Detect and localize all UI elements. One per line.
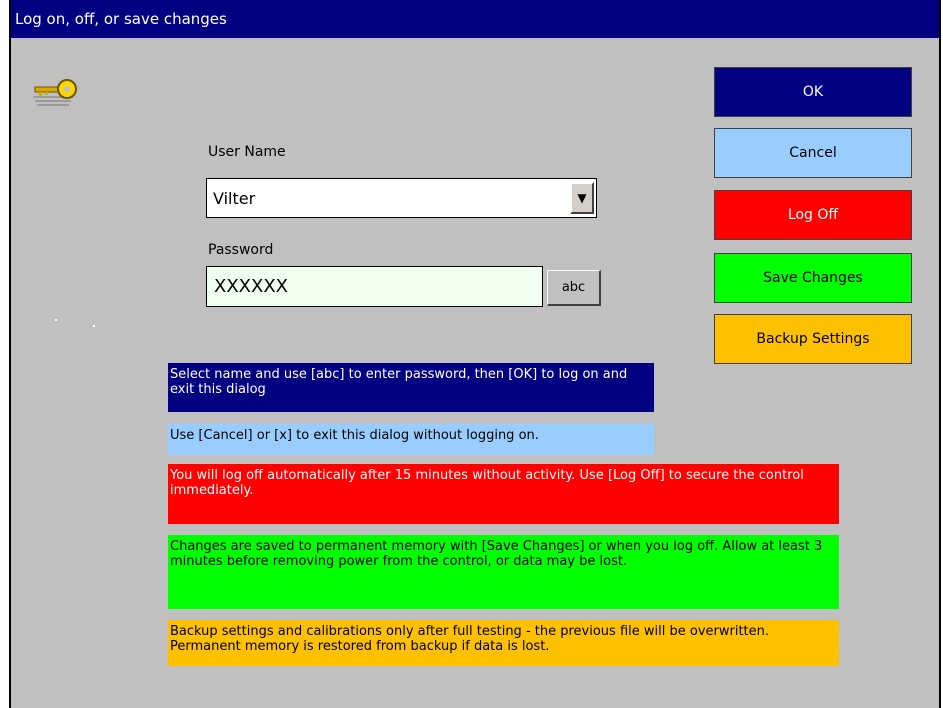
username-label: User Name	[208, 144, 286, 160]
note-save: Changes are saved to permanent memory wi…	[168, 535, 839, 609]
key-icon	[33, 79, 77, 106]
decorative-dot	[93, 325, 95, 327]
note-select: Select name and use [abc] to enter passw…	[168, 363, 654, 412]
save-changes-button[interactable]: Save Changes	[714, 253, 912, 303]
dropdown-arrow-icon[interactable]: ▼	[570, 182, 594, 214]
password-label: Password	[208, 242, 274, 258]
abc-keyboard-button[interactable]: abc	[547, 270, 601, 306]
backup-settings-button[interactable]: Backup Settings	[714, 314, 912, 364]
password-field[interactable]: XXXXXX	[206, 266, 543, 307]
password-value: XXXXXX	[214, 276, 288, 297]
note-cancel: Use [Cancel] or [x] to exit this dialog …	[168, 424, 654, 455]
logon-dialog: Log on, off, or save changes User Name V…	[9, 0, 941, 708]
ok-button[interactable]: OK	[714, 67, 912, 117]
note-log-off: You will log off automatically after 15 …	[168, 464, 839, 524]
dialog-title: Log on, off, or save changes	[11, 0, 939, 38]
log-off-button[interactable]: Log Off	[714, 190, 912, 240]
note-backup: Backup settings and calibrations only af…	[168, 620, 839, 666]
username-value: Vilter	[213, 189, 256, 208]
username-dropdown[interactable]: Vilter ▼	[206, 178, 597, 218]
decorative-dot	[55, 319, 57, 321]
cancel-button[interactable]: Cancel	[714, 128, 912, 178]
